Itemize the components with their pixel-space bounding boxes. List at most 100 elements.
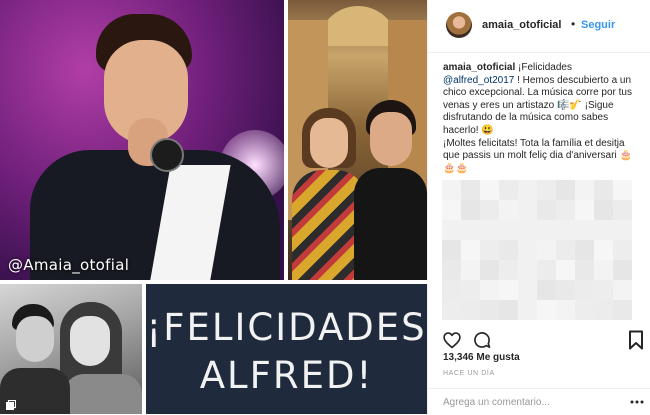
blur-cell [518,260,537,280]
blur-cell [556,220,575,240]
felicidades-banner: ¡FELICIDADES ALFRED! [146,284,427,414]
post-caption: amaia_otoficial ¡Felicidades @alfred_ot2… [443,62,641,175]
heart-icon[interactable] [442,330,462,350]
post-header: amaia_otoficial • Seguir [428,0,650,53]
blur-cell [442,220,461,240]
blur-cell [480,220,499,240]
banner-line-2: ALFRED! [199,354,374,397]
avatar[interactable] [446,12,472,38]
instagram-post: @Amaia_otofial ¡FELICIDADES ALFRED! amai… [0,0,650,414]
blur-cell [594,220,613,240]
bw-woman-face [70,316,110,366]
caption-mention[interactable]: @alfred_ot2017 [443,75,514,86]
blur-cell [461,220,480,240]
more-options-icon[interactable] [630,395,644,409]
blur-cell [442,280,461,300]
blur-cell [499,260,518,280]
man-face [370,112,412,166]
blur-cell [537,220,556,240]
bookmark-icon[interactable] [628,330,644,350]
comment-icon[interactable] [472,330,492,350]
blur-cell [537,260,556,280]
blur-cell [594,240,613,260]
header-separator: • [571,17,576,31]
comment-bar [428,388,650,415]
caption-paragraph-1: amaia_otoficial ¡Felicidades @alfred_ot2… [443,62,641,138]
action-bar [428,330,650,354]
watermark-text: @Amaia_otofial [8,256,130,274]
couple-photo [288,0,427,280]
blur-cell [613,220,632,240]
blur-cell [575,200,594,220]
blur-cell [613,180,632,200]
blur-cell [556,260,575,280]
blur-cell [556,280,575,300]
blur-cell [461,240,480,260]
post-sidebar: amaia_otoficial • Seguir amaia_otoficial… [427,0,650,414]
blur-cell [537,300,556,320]
microphone-icon [150,138,184,172]
blur-cell [518,240,537,260]
bw-man-face [16,316,54,362]
blur-cell [556,240,575,260]
singer-photo: @Amaia_otofial [0,0,284,280]
blur-cell [499,280,518,300]
blur-cell [613,240,632,260]
blur-cell [499,240,518,260]
blur-cell [575,240,594,260]
collection-icon [6,400,16,410]
post-timestamp[interactable]: HACE UN DÍA [443,370,495,377]
blur-cell [518,220,537,240]
blur-cell [594,260,613,280]
blur-cell [499,180,518,200]
blur-cell [594,180,613,200]
blur-cell [461,280,480,300]
blur-cell [442,240,461,260]
blur-cell [575,300,594,320]
comment-input[interactable] [443,394,613,410]
blur-cell [499,300,518,320]
banner-line-1: ¡FELICIDADES [146,306,427,349]
blur-cell [594,200,613,220]
blur-cell [442,260,461,280]
blur-cell [537,180,556,200]
blur-cell [518,200,537,220]
bw-woman-body [64,374,142,414]
woman-face [310,118,348,168]
caption-username[interactable]: amaia_otoficial [443,62,515,73]
blur-cell [480,240,499,260]
blur-cell [575,280,594,300]
header-username[interactable]: amaia_otoficial [482,19,561,31]
man-jacket [354,168,427,280]
blur-cell [480,280,499,300]
blur-cell [461,260,480,280]
post-media[interactable]: @Amaia_otofial ¡FELICIDADES ALFRED! [0,0,427,414]
blur-cell [613,300,632,320]
blur-cell [594,300,613,320]
blur-cell [556,300,575,320]
blur-cell [442,200,461,220]
blur-cell [461,180,480,200]
blur-cell [594,280,613,300]
mirror-frame [318,6,398,46]
blur-cell [480,200,499,220]
blur-cell [480,300,499,320]
blur-cell [518,280,537,300]
blur-cell [442,300,461,320]
blur-cell [499,220,518,240]
bw-couple-photo [0,284,142,414]
blur-cell [613,280,632,300]
blur-cell [556,180,575,200]
blur-cell [537,240,556,260]
blur-cell [537,200,556,220]
blur-cell [480,260,499,280]
blur-cell [575,260,594,280]
blur-cell [461,300,480,320]
blur-cell [480,180,499,200]
blur-cell [499,200,518,220]
follow-button[interactable]: Seguir [581,19,615,31]
blur-cell [461,200,480,220]
blurred-comments [442,180,632,320]
blur-cell [556,200,575,220]
likes-count[interactable]: 13,346 Me gusta [443,352,520,363]
